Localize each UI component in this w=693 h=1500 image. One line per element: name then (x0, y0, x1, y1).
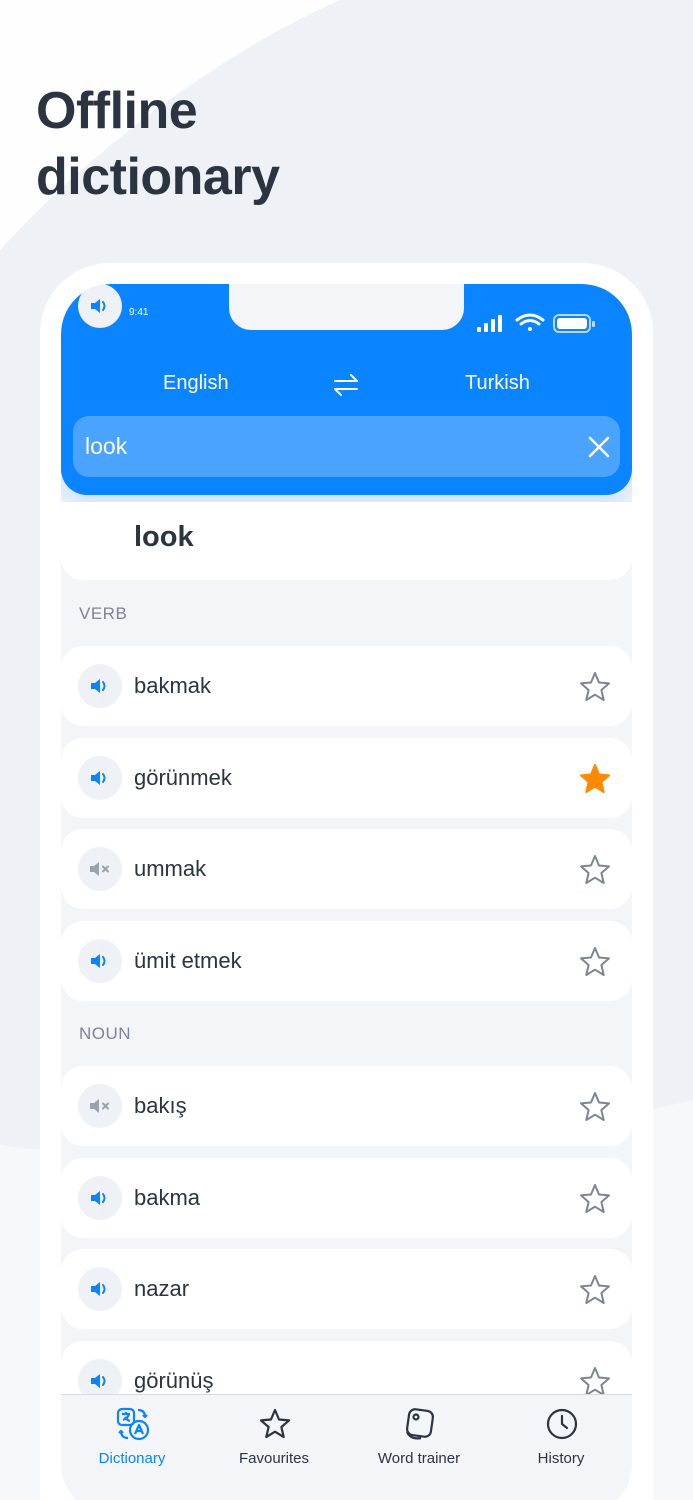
star-icon (259, 1408, 291, 1439)
wifi-icon (515, 313, 545, 331)
translation-word: ümit etmek (134, 947, 242, 973)
translation-word: bakmak (134, 673, 212, 698)
source-language[interactable]: English (163, 372, 229, 395)
favourite-star-button[interactable] (578, 945, 612, 984)
tab-dictionary[interactable]: Dictionary (61, 1395, 203, 1500)
speaker-icon (91, 1190, 106, 1205)
tab-label: History (537, 1450, 585, 1467)
translation-word: bakma (134, 1184, 201, 1210)
search-bar (73, 416, 620, 477)
dictionary-icon (116, 1407, 150, 1441)
speaker-icon (91, 679, 106, 693)
phone-notch (229, 284, 464, 330)
favourite-star-button[interactable] (578, 762, 612, 801)
cards-icon (405, 1408, 435, 1440)
tab-bar: Dictionary Favourites Word trainer Histo… (61, 1394, 632, 1500)
headword-speaker-button[interactable] (78, 284, 122, 328)
speaker-icon (91, 1282, 106, 1296)
translation-word: ummak (134, 856, 207, 881)
favourite-star-button[interactable] (578, 1182, 612, 1221)
translation-word: bakış (134, 1093, 187, 1118)
speaker-muted-icon (90, 1099, 109, 1113)
tab-word-trainer[interactable]: Word trainer (348, 1395, 490, 1500)
app-screen: 9:41 English Turkish look look VERB bakm… (61, 284, 632, 1500)
star-outline-icon (580, 946, 610, 976)
speaker-icon (91, 770, 106, 785)
app-header: 9:41 English Turkish look (61, 284, 632, 495)
tab-history[interactable]: History (490, 1395, 632, 1500)
search-input[interactable] (85, 416, 565, 477)
speaker-button[interactable] (78, 847, 122, 891)
target-language[interactable]: Turkish (465, 372, 530, 395)
tab-favourites[interactable]: Favourites (203, 1395, 345, 1500)
star-outline-icon (580, 672, 610, 701)
favourite-star-button[interactable] (578, 853, 612, 892)
tab-label: Dictionary (98, 1450, 166, 1467)
tab-label: Favourites (238, 1450, 310, 1467)
tab-label: Word trainer (377, 1450, 461, 1467)
speaker-button[interactable] (78, 755, 122, 800)
speaker-icon (91, 299, 106, 313)
speaker-button[interactable] (78, 1084, 122, 1128)
favourite-star-button[interactable] (578, 1090, 612, 1129)
star-outline-icon (580, 1183, 610, 1213)
language-switcher: English Turkish (61, 372, 632, 398)
clear-icon[interactable] (587, 435, 611, 459)
translation-word: görünmek (134, 764, 232, 790)
star-outline-icon (580, 855, 610, 884)
status-icons (477, 313, 595, 333)
headword: look (134, 521, 194, 553)
headline-line-2: dictionary (36, 148, 280, 206)
star-outline-icon (580, 1275, 610, 1304)
speaker-button[interactable] (78, 664, 122, 708)
translation-word: görünüş (134, 1367, 214, 1393)
headline-line-1: Offline (36, 82, 198, 140)
star-filled-icon (580, 763, 610, 793)
speaker-icon (91, 953, 106, 968)
favourite-star-button[interactable] (578, 670, 612, 709)
speaker-muted-icon (90, 862, 109, 876)
status-time: 9:41 (129, 307, 149, 318)
translation-word: nazar (134, 1276, 190, 1301)
swap-languages-icon[interactable] (332, 373, 360, 397)
battery-icon (553, 314, 595, 333)
promo-headline: Offline dictionary (36, 78, 280, 210)
section-label: VERB (79, 604, 128, 623)
star-outline-icon (580, 1092, 610, 1121)
speaker-icon (91, 1373, 106, 1388)
signal-icon (477, 315, 502, 332)
clock-icon (546, 1408, 578, 1440)
speaker-button[interactable] (78, 1175, 122, 1220)
section-label: NOUN (79, 1024, 132, 1043)
speaker-button[interactable] (78, 1267, 122, 1311)
speaker-button[interactable] (78, 938, 122, 983)
favourite-star-button[interactable] (578, 1273, 612, 1312)
